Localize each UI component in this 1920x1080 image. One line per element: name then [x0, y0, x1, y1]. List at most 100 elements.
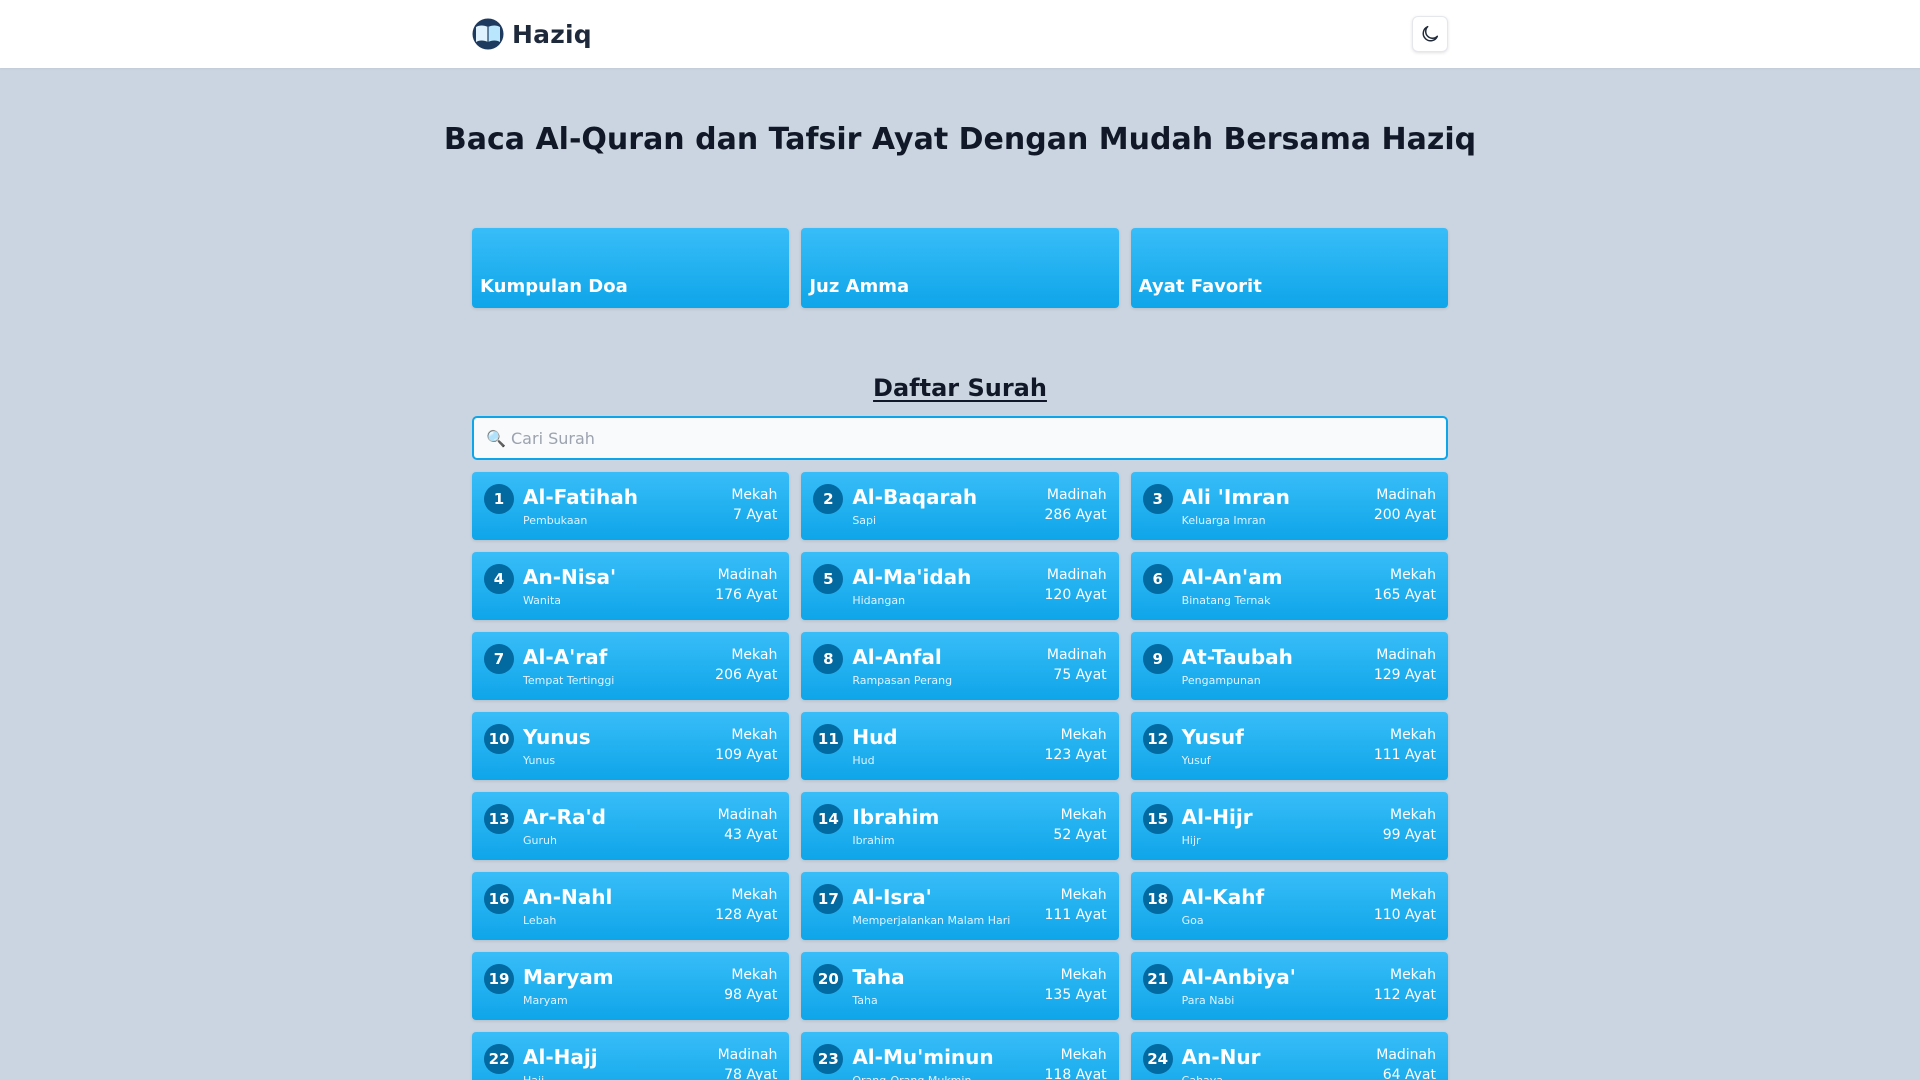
surah-number-badge: 2 [813, 484, 844, 514]
search-box [472, 416, 1448, 460]
surah-card[interactable]: 17 Al-Isra' Memperjalankan Malam Hari Mekah… [801, 872, 1119, 940]
surah-number-badge: 17 [813, 884, 844, 914]
surah-meaning: Goa [1181, 914, 1204, 927]
surah-meaning: Hidangan [852, 594, 906, 607]
surah-name: Ibrahim [852, 805, 940, 829]
surah-card[interactable]: 1 Al-Fatihah Pembukaan Mekah 7 Ayat [472, 472, 790, 540]
surah-card[interactable]: 4 An-Nisa' Wanita Madinah 176 Ayat [472, 552, 790, 620]
surah-number-badge: 4 [484, 564, 514, 594]
surah-revelation-place: Mekah [1389, 887, 1436, 903]
surah-card[interactable]: 21 Al-Anbiya' Para Nabi Mekah 112 Ayat [1130, 952, 1448, 1020]
surah-ayat-count: 128 Ayat [715, 907, 778, 923]
surah-meaning: Lebah [523, 914, 557, 927]
surah-meaning: Wanita [523, 594, 561, 607]
feature-card-ayat-favorit[interactable]: Ayat Favorit [1130, 228, 1448, 308]
navbar-inner: Haziq [472, 0, 1448, 68]
surah-ayat-count: 118 Ayat [1044, 1067, 1107, 1080]
hero-title: Baca Al-Quran dan Tafsir Ayat Dengan Mud… [443, 122, 1477, 157]
surah-meaning: Yusuf [1181, 754, 1211, 767]
surah-card[interactable]: 24 An-Nur Cahaya Madinah 64 Ayat [1130, 1032, 1448, 1080]
book-icon [472, 18, 504, 50]
surah-name: Al-Isra' [852, 885, 932, 909]
surah-ayat-count: 135 Ayat [1044, 987, 1107, 1003]
surah-name: Al-An'am [1181, 565, 1283, 589]
surah-card[interactable]: 20 Taha Taha Mekah 135 Ayat [801, 952, 1119, 1020]
surah-revelation-place: Madinah [1376, 1047, 1436, 1063]
surah-name: An-Nur [1181, 1045, 1261, 1069]
surah-name: Al-Anfal [852, 645, 942, 669]
surah-card[interactable]: 18 Al-Kahf Goa Mekah 110 Ayat [1130, 872, 1448, 940]
surah-revelation-place: Mekah [731, 887, 778, 903]
surah-meaning: Para Nabi [1181, 994, 1235, 1007]
surah-number-badge: 19 [484, 964, 514, 994]
surah-name: Yusuf [1181, 725, 1244, 749]
surah-number-badge: 8 [813, 644, 844, 674]
surah-name: Hud [852, 725, 898, 749]
surah-number-badge: 12 [1142, 724, 1173, 754]
surah-card[interactable]: 2 Al-Baqarah Sapi Madinah 286 Ayat [801, 472, 1119, 540]
surah-ayat-count: 110 Ayat [1373, 907, 1436, 923]
surah-ayat-count: 123 Ayat [1044, 747, 1107, 763]
surah-ayat-count: 75 Ayat [1053, 667, 1107, 683]
search-input[interactable] [486, 418, 1446, 458]
surah-number-badge: 10 [484, 724, 514, 754]
surah-revelation-place: Madinah [717, 807, 778, 823]
surah-meaning: Pengampunan [1181, 674, 1261, 687]
brand-link[interactable]: Haziq [472, 18, 592, 50]
surah-card[interactable]: 13 Ar-Ra'd Guruh Madinah 43 Ayat [472, 792, 790, 860]
surah-meaning: Taha [852, 994, 878, 1007]
feature-card-label: Juz Amma [809, 276, 910, 297]
surah-card[interactable]: 6 Al-An'am Binatang Ternak Mekah 165 Ayat [1130, 552, 1448, 620]
surah-card[interactable]: 23 Al-Mu'minun Orang-Orang Mukmin Mekah 118 … [801, 1032, 1119, 1080]
surah-card[interactable]: 3 Ali 'Imran Keluarga Imran Madinah 200 Ayat [1130, 472, 1448, 540]
surah-card[interactable]: 10 Yunus Yunus Mekah 109 Ayat [472, 712, 790, 780]
surah-revelation-place: Madinah [717, 567, 778, 583]
surah-number-badge: 21 [1142, 964, 1173, 994]
feature-card-label: Kumpulan Doa [480, 276, 628, 297]
theme-toggle-button[interactable] [1412, 16, 1448, 52]
surah-card[interactable]: 12 Yusuf Yusuf Mekah 111 Ayat [1130, 712, 1448, 780]
surah-name: Ali 'Imran [1181, 485, 1290, 509]
surah-revelation-place: Mekah [1060, 1047, 1107, 1063]
surah-number-badge: 18 [1142, 884, 1173, 914]
surah-number-badge: 22 [484, 1044, 514, 1074]
surah-card[interactable]: 22 Al-Hajj Haji Madinah 78 Ayat [472, 1032, 790, 1080]
surah-name: Al-Mu'minun [852, 1045, 994, 1069]
surah-meaning: Guruh [523, 834, 557, 847]
surah-card[interactable]: 5 Al-Ma'idah Hidangan Madinah 120 Ayat [801, 552, 1119, 620]
surah-name: Taha [852, 965, 905, 989]
surah-card[interactable]: 15 Al-Hijr Hijr Mekah 99 Ayat [1130, 792, 1448, 860]
surah-meaning: Sapi [852, 514, 877, 527]
surah-card[interactable]: 19 Maryam Maryam Mekah 98 Ayat [472, 952, 790, 1020]
surah-name: At-Taubah [1181, 645, 1293, 669]
surah-ayat-count: 129 Ayat [1373, 667, 1436, 683]
surah-ayat-count: 52 Ayat [1053, 827, 1107, 843]
surah-meaning: Hud [852, 754, 875, 767]
surah-name: An-Nisa' [523, 565, 617, 589]
feature-links: Kumpulan Doa Juz Amma Ayat Favorit [472, 228, 1448, 308]
surah-revelation-place: Mekah [731, 647, 778, 663]
surah-meaning: Tempat Tertinggi [523, 674, 615, 687]
surah-card[interactable]: 7 Al-A'raf Tempat Tertinggi Mekah 206 Ayat [472, 632, 790, 700]
surah-revelation-place: Mekah [1060, 887, 1107, 903]
surah-name: Al-Ma'idah [852, 565, 972, 589]
surah-card[interactable]: 16 An-Nahl Lebah Mekah 128 Ayat [472, 872, 790, 940]
surah-list: 1 Al-Fatihah Pembukaan Mekah 7 Ayat 2 Al-Baqar… [472, 472, 1448, 1080]
moon-icon [1419, 23, 1441, 45]
surah-ayat-count: 111 Ayat [1373, 747, 1436, 763]
surah-ayat-count: 112 Ayat [1373, 987, 1436, 1003]
surah-card[interactable]: 8 Al-Anfal Rampasan Perang Madinah 75 Ayat [801, 632, 1119, 700]
surah-revelation-place: Mekah [1389, 807, 1436, 823]
surah-card[interactable]: 14 Ibrahim Ibrahim Mekah 52 Ayat [801, 792, 1119, 860]
surah-ayat-count: 111 Ayat [1044, 907, 1107, 923]
surah-revelation-place: Mekah [731, 487, 778, 503]
surah-revelation-place: Mekah [1389, 967, 1436, 983]
surah-number-badge: 16 [484, 884, 514, 914]
feature-card-kumpulan-doa[interactable]: Kumpulan Doa [472, 228, 790, 308]
surah-ayat-count: 109 Ayat [715, 747, 778, 763]
feature-card-label: Ayat Favorit [1138, 276, 1262, 297]
surah-card[interactable]: 11 Hud Hud Mekah 123 Ayat [801, 712, 1119, 780]
surah-card[interactable]: 9 At-Taubah Pengampunan Madinah 129 Ayat [1130, 632, 1448, 700]
surah-name: Ar-Ra'd [523, 805, 606, 829]
feature-card-juz-amma[interactable]: Juz Amma [801, 228, 1119, 308]
